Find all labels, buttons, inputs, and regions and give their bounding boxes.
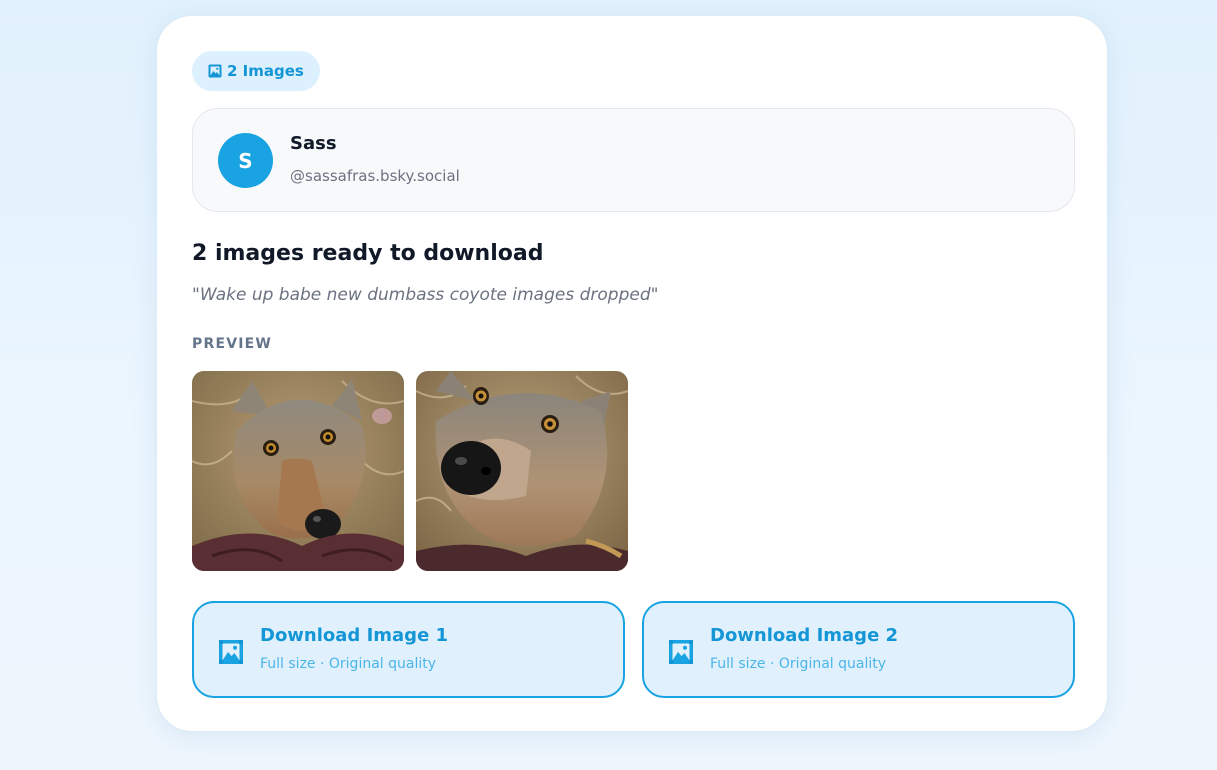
framed-picture-icon	[668, 639, 694, 665]
preview-thumbnail-2[interactable]	[416, 371, 628, 571]
coyote-photo-2	[416, 371, 628, 571]
page-title: 2 images ready to download	[192, 241, 544, 266]
download-title: Download Image 2	[710, 625, 899, 646]
download-subtitle: Full size · Original quality	[260, 656, 437, 672]
preview-thumbnail-1[interactable]	[192, 371, 404, 571]
download-card: 2 Images S Sass @sassafras.bsky.social 2…	[156, 15, 1108, 732]
preview-label: PREVIEW	[192, 336, 273, 352]
author-handle: @sassafras.bsky.social	[290, 167, 460, 185]
download-image-1-button[interactable]: Download Image 1 Full size · Original qu…	[192, 601, 625, 698]
download-title: Download Image 1	[260, 625, 449, 646]
coyote-photo-1	[192, 371, 404, 571]
avatar: S	[218, 133, 273, 188]
download-subtitle: Full size · Original quality	[710, 656, 887, 672]
avatar-initial: S	[238, 148, 253, 173]
author-name: Sass	[290, 133, 337, 154]
framed-picture-icon	[208, 64, 222, 78]
author-card: S Sass @sassafras.bsky.social	[192, 108, 1075, 212]
post-quote: "Wake up babe new dumbass coyote images …	[192, 285, 659, 305]
download-image-2-button[interactable]: Download Image 2 Full size · Original qu…	[642, 601, 1075, 698]
image-count-badge: 2 Images	[192, 51, 320, 91]
framed-picture-icon	[218, 639, 244, 665]
badge-label: 2 Images	[227, 62, 304, 80]
